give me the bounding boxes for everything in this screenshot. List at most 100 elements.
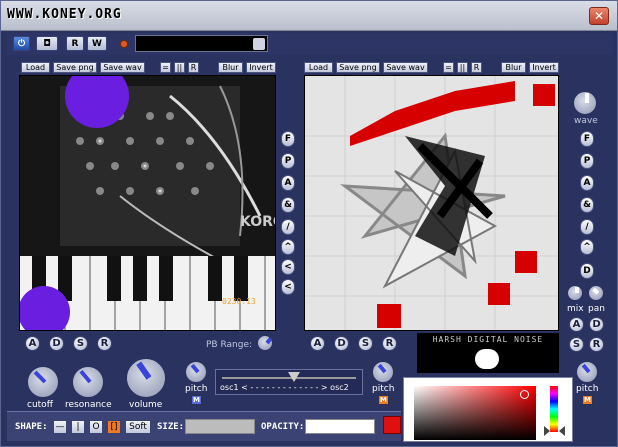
right-side-slash-button[interactable]: / <box>580 219 594 235</box>
right-side-attack-button[interactable]: A <box>569 317 584 332</box>
left-r-button[interactable]: R <box>188 62 199 73</box>
right-side-sustain-button[interactable]: S <box>569 337 584 352</box>
color-gradient-area[interactable] <box>414 386 536 440</box>
r-button[interactable]: R <box>66 36 84 51</box>
left-pause-button[interactable]: || <box>174 62 185 73</box>
right-side-f-button[interactable]: F <box>580 131 594 147</box>
right-load-button[interactable]: Load <box>304 62 333 73</box>
cutoff-indicator <box>33 370 47 384</box>
wave-knob[interactable] <box>573 91 597 115</box>
pb-range-knob[interactable] <box>257 335 273 351</box>
hue-arrow-left-icon[interactable] <box>544 426 550 436</box>
stop-icon[interactable]: ◘ <box>36 36 58 51</box>
record-icon[interactable] <box>120 40 128 48</box>
mix-knob[interactable] <box>567 285 583 301</box>
title-bar: WWW.KONEY.ORG ✕ <box>1 1 617 31</box>
left-attack-button[interactable]: A <box>25 336 40 351</box>
right-pause-button[interactable]: || <box>457 62 468 73</box>
left-load-button[interactable]: Load <box>21 62 50 73</box>
left-side-slash-button[interactable]: / <box>281 219 295 235</box>
right-sustain-button[interactable]: S <box>358 336 373 351</box>
hue-slider[interactable] <box>550 386 558 432</box>
status-display <box>135 35 268 52</box>
right-image-canvas[interactable] <box>304 75 559 331</box>
shape-soft-button[interactable]: Soft <box>125 420 151 434</box>
right-save-wav-button[interactable]: Save wav <box>383 62 428 73</box>
pitch-knob-2[interactable] <box>372 361 394 383</box>
right-release-button[interactable]: R <box>382 336 397 351</box>
toolbar: ⏻ ◘ R W <box>7 33 613 55</box>
pitch-m-button-1[interactable]: M <box>191 395 202 405</box>
right-equal-button[interactable]: = <box>443 62 454 73</box>
left-image-canvas[interactable]: KORG 0230.13 <box>19 75 276 331</box>
right-save-png-button[interactable]: Save png <box>336 62 380 73</box>
right-side-d-button[interactable]: D <box>580 263 594 279</box>
pitch-indicator-1 <box>190 363 200 374</box>
skull-icon <box>475 349 499 369</box>
hue-arrow-right-icon[interactable] <box>559 426 565 436</box>
color-picker[interactable] <box>403 377 573 442</box>
pitch-knob-1[interactable] <box>185 361 207 383</box>
left-side-lt-button[interactable]: < <box>281 259 295 275</box>
pentagram-render <box>305 76 558 330</box>
opacity-slider[interactable] <box>305 419 375 434</box>
left-side-a-button[interactable]: A <box>281 175 295 191</box>
right-blur-button[interactable]: Blur <box>501 62 526 73</box>
pitch-knob-3[interactable] <box>576 361 598 383</box>
cutoff-label: cutoff <box>27 400 53 410</box>
power-icon[interactable]: ⏻ <box>13 36 30 51</box>
right-side-a-button[interactable]: A <box>580 175 594 191</box>
left-side-caret-button[interactable]: ^ <box>281 239 295 255</box>
right-side-caret-button[interactable]: ^ <box>580 239 594 255</box>
left-equal-button[interactable]: = <box>160 62 171 73</box>
resonance-label: resonance <box>65 400 112 410</box>
w-button[interactable]: W <box>87 36 107 51</box>
left-side-p-button[interactable]: P <box>281 153 295 169</box>
pan-label: pan <box>588 304 605 314</box>
shape-line-button[interactable]: — <box>53 420 67 434</box>
app-window: WWW.KONEY.ORG ✕ ⏻ ◘ R W Load Save png Sa… <box>0 0 618 447</box>
current-color-swatch[interactable] <box>383 416 401 434</box>
size-label: SIZE: <box>157 422 185 432</box>
mix-label: mix <box>567 304 584 314</box>
shape-square-button[interactable]: [] <box>107 420 121 434</box>
osc-handle[interactable] <box>288 372 300 382</box>
left-release-button[interactable]: R <box>97 336 112 351</box>
right-invert-button[interactable]: Invert <box>529 62 559 73</box>
svg-text:KORG: KORG <box>240 214 276 230</box>
close-icon[interactable]: ✕ <box>589 7 609 25</box>
left-save-png-button[interactable]: Save png <box>53 62 97 73</box>
resonance-knob[interactable] <box>72 366 104 398</box>
mix-knob-indicator <box>575 287 579 293</box>
shape-circle-button[interactable]: O <box>89 420 103 434</box>
left-save-wav-button[interactable]: Save wav <box>100 62 145 73</box>
size-slider[interactable] <box>185 419 255 434</box>
pb-range-label: PB Range: <box>206 340 253 350</box>
right-attack-button[interactable]: A <box>310 336 325 351</box>
pitch-m-button-2[interactable]: M <box>378 395 389 405</box>
volume-knob[interactable] <box>126 358 166 398</box>
right-r-button[interactable]: R <box>471 62 482 73</box>
left-invert-button[interactable]: Invert <box>246 62 276 73</box>
right-side-release-button[interactable]: R <box>589 337 604 352</box>
display-dropdown-icon[interactable] <box>253 38 265 50</box>
shape-vline-button[interactable]: | <box>71 420 85 434</box>
left-side-amp-button[interactable]: & <box>281 197 295 213</box>
wave-label: wave <box>574 116 598 126</box>
left-blur-button[interactable]: Blur <box>218 62 243 73</box>
color-cursor[interactable] <box>520 390 529 399</box>
right-side-decay-button[interactable]: D <box>589 317 604 332</box>
cutoff-knob[interactable] <box>27 366 59 398</box>
left-decay-button[interactable]: D <box>49 336 64 351</box>
left-sustain-button[interactable]: S <box>73 336 88 351</box>
left-side-lt2-button[interactable]: < <box>281 279 295 295</box>
wave-knob-indicator <box>585 93 589 103</box>
window-title: WWW.KONEY.ORG <box>7 7 122 22</box>
osc-crossfader[interactable]: osc1 < - - - - - - - - - - - - - > osc2 <box>215 369 363 395</box>
pitch-m-button-3[interactable]: M <box>582 395 593 405</box>
right-decay-button[interactable]: D <box>334 336 349 351</box>
right-side-p-button[interactable]: P <box>580 153 594 169</box>
pan-knob[interactable] <box>588 285 604 301</box>
left-side-f-button[interactable]: F <box>281 131 295 147</box>
right-side-amp-button[interactable]: & <box>580 197 594 213</box>
